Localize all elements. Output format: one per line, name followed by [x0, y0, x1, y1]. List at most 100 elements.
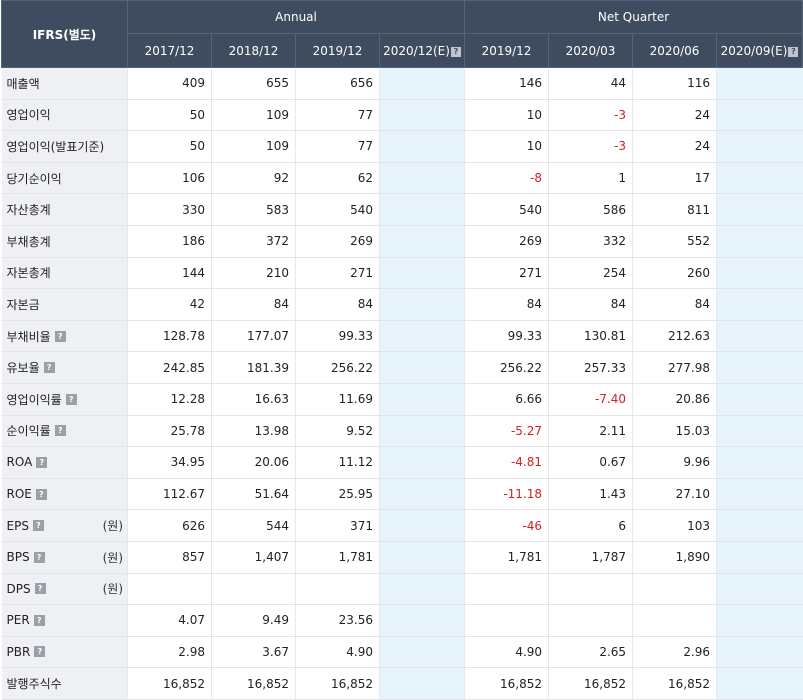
help-icon[interactable]: ? [33, 614, 45, 626]
value-cell: 540 [295, 193, 380, 226]
row-label: 매출액 [6, 76, 40, 91]
value-cell [378, 130, 465, 163]
quarter-period-header: 2019/12 [464, 33, 550, 68]
value-cell: 11.12 [295, 446, 380, 479]
row-label: 자산총계 [6, 203, 51, 218]
help-icon[interactable]: ? [34, 583, 46, 595]
value-cell [378, 288, 465, 321]
help-icon[interactable]: ? [54, 330, 66, 342]
table-row: 부채총계 186 372 269 269 332 552 [1, 225, 803, 258]
help-icon[interactable]: ? [450, 46, 461, 57]
table-row: 영업이익(발표기준) 50 109 77 10 -3 24 [1, 130, 803, 163]
table-row: 발행주식수 16,852 16,852 16,852 16,852 16,852 16,85… [1, 667, 803, 700]
help-icon[interactable]: ? [54, 425, 66, 437]
value-cell [716, 573, 803, 606]
value-cell [548, 604, 633, 637]
unit-label: (원) [102, 582, 123, 597]
table-row: EPS? (원) 626 544 371 -46 6 103 [1, 509, 803, 542]
annual-period-header: 2018/12 [211, 33, 296, 68]
value-cell [716, 604, 803, 637]
row-label: 유보율 [6, 361, 40, 376]
value-cell: 99.33 [295, 320, 380, 353]
help-icon[interactable]: ? [33, 551, 45, 563]
value-cell [378, 383, 465, 416]
value-cell: 112.67 [127, 478, 212, 511]
value-cell: 77 [295, 130, 380, 163]
value-cell [716, 320, 803, 353]
value-cell [716, 193, 803, 226]
value-cell: 12.28 [127, 383, 212, 416]
table-row: ROE? 112.67 51.64 25.95 -11.18 1.43 27.10 [1, 478, 803, 511]
table-row: 순이익률? 25.78 13.98 9.52 -5.27 2.11 15.03 [1, 415, 803, 448]
value-cell: 409 [127, 67, 212, 100]
row-label-cell: 발행주식수 [1, 667, 128, 700]
row-label-cell: BPS? (원) [1, 541, 128, 574]
help-icon[interactable]: ? [34, 646, 46, 658]
help-icon[interactable]: ? [43, 362, 55, 374]
row-label: 영업이익 [6, 108, 51, 123]
value-cell: 10 [464, 99, 549, 132]
value-cell: 16,852 [548, 667, 633, 700]
row-label-cell: 부채총계 [1, 225, 128, 258]
table-row: 자산총계 330 583 540 540 586 811 [1, 193, 803, 226]
table-row: 부채비율? 128.78 177.07 99.33 99.33 130.81 212.63 [1, 320, 803, 353]
row-label-cell: PER? [1, 604, 128, 637]
annual-period-header: 2019/12 [295, 33, 380, 68]
help-icon[interactable]: ? [32, 520, 44, 532]
value-cell: 655 [211, 67, 296, 100]
value-cell [378, 351, 465, 384]
row-label-cell: ROA? [1, 446, 128, 479]
value-cell: 130.81 [548, 320, 633, 353]
value-cell: 128.78 [127, 320, 212, 353]
row-label-cell: 부채비율? [1, 320, 128, 353]
value-cell: 271 [295, 257, 380, 290]
value-cell: 106 [127, 162, 212, 195]
row-label-cell: EPS? (원) [1, 509, 128, 542]
value-cell: 1 [548, 162, 633, 195]
help-icon[interactable]: ? [35, 488, 47, 500]
value-cell: 242.85 [127, 351, 212, 384]
value-cell: 15.03 [632, 415, 717, 448]
table-row: 유보율? 242.85 181.39 256.22 256.22 257.33 277.98 [1, 351, 803, 384]
row-label: EPS [6, 518, 29, 533]
value-cell [378, 193, 465, 226]
row-label: PBR [6, 644, 31, 659]
value-cell [464, 604, 549, 637]
value-cell: -3 [548, 99, 633, 132]
table-row: ROA? 34.95 20.06 11.12 -4.81 0.67 9.96 [1, 446, 803, 479]
value-cell [378, 415, 465, 448]
help-icon[interactable]: ? [36, 456, 48, 468]
table-row: 자본총계 144 210 271 271 254 260 [1, 257, 803, 290]
value-cell [716, 541, 803, 574]
value-cell: 540 [464, 193, 549, 226]
value-cell: 1,407 [211, 541, 296, 574]
unit-label: (원) [102, 519, 123, 534]
value-cell: 103 [632, 509, 717, 542]
period-label: 2018/12 [228, 43, 279, 58]
table-row: BPS? (원) 857 1,407 1,781 1,781 1,787 1,890 [1, 541, 803, 574]
annual-period-header[interactable]: 2020/12(E)? [378, 33, 466, 68]
row-label: 영업이익률 [6, 392, 62, 407]
value-cell: 1,787 [548, 541, 633, 574]
value-cell: 656 [295, 67, 380, 100]
value-cell [378, 573, 465, 606]
value-cell: 116 [632, 67, 717, 100]
value-cell: 4.90 [295, 636, 380, 669]
help-icon[interactable]: ? [788, 46, 799, 57]
value-cell [716, 67, 803, 100]
row-label: 당기순이익 [6, 171, 62, 186]
value-cell: 84 [211, 288, 296, 321]
value-cell [211, 573, 296, 606]
value-cell: 25.78 [127, 415, 212, 448]
value-cell [716, 509, 803, 542]
value-cell: 583 [211, 193, 296, 226]
value-cell: 16,852 [127, 667, 212, 700]
value-cell [716, 288, 803, 321]
value-cell [548, 573, 633, 606]
unit-label: (원) [102, 550, 123, 565]
value-cell: 20.86 [632, 383, 717, 416]
quarter-period-header[interactable]: 2020/09(E)? [716, 33, 803, 68]
value-cell: 84 [548, 288, 633, 321]
help-icon[interactable]: ? [65, 393, 77, 405]
value-cell: -8 [464, 162, 549, 195]
